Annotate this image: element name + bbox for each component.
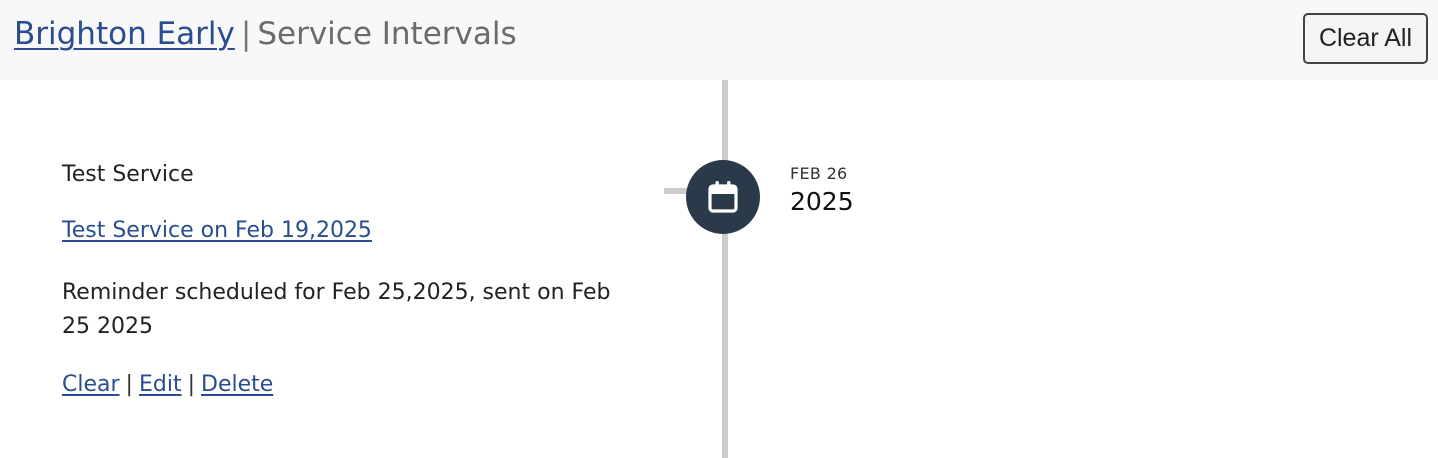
edit-link[interactable]: Edit bbox=[139, 372, 182, 397]
timeline-line bbox=[722, 80, 728, 458]
timeline-date: FEB 26 2025 bbox=[790, 163, 854, 219]
action-separator: | bbox=[125, 372, 133, 397]
page-subtitle: Service Intervals bbox=[257, 16, 517, 52]
title-separator: | bbox=[240, 16, 252, 52]
timeline-date-month: FEB 26 bbox=[790, 164, 848, 183]
customer-name-link[interactable]: Brighton Early bbox=[14, 16, 235, 52]
timeline-marker bbox=[686, 160, 760, 234]
clear-all-button[interactable]: Clear All bbox=[1303, 13, 1428, 64]
page-header: Brighton Early | Service Intervals Clear A… bbox=[0, 0, 1438, 80]
action-separator: | bbox=[187, 372, 195, 397]
service-entry: Test Service Test Service on Feb 19,2025… bbox=[62, 160, 652, 400]
timeline-date-year: 2025 bbox=[790, 187, 854, 216]
delete-link[interactable]: Delete bbox=[201, 372, 273, 397]
page-title: Brighton Early | Service Intervals bbox=[14, 14, 517, 54]
service-name: Test Service bbox=[62, 162, 194, 187]
entry-actions: Clear | Edit | Delete bbox=[62, 370, 652, 400]
calendar-icon bbox=[708, 181, 738, 213]
reminder-text: Reminder scheduled for Feb 25,2025, sent… bbox=[62, 280, 611, 339]
clear-link[interactable]: Clear bbox=[62, 372, 120, 397]
service-record-link[interactable]: Test Service on Feb 19,2025 bbox=[62, 216, 372, 246]
